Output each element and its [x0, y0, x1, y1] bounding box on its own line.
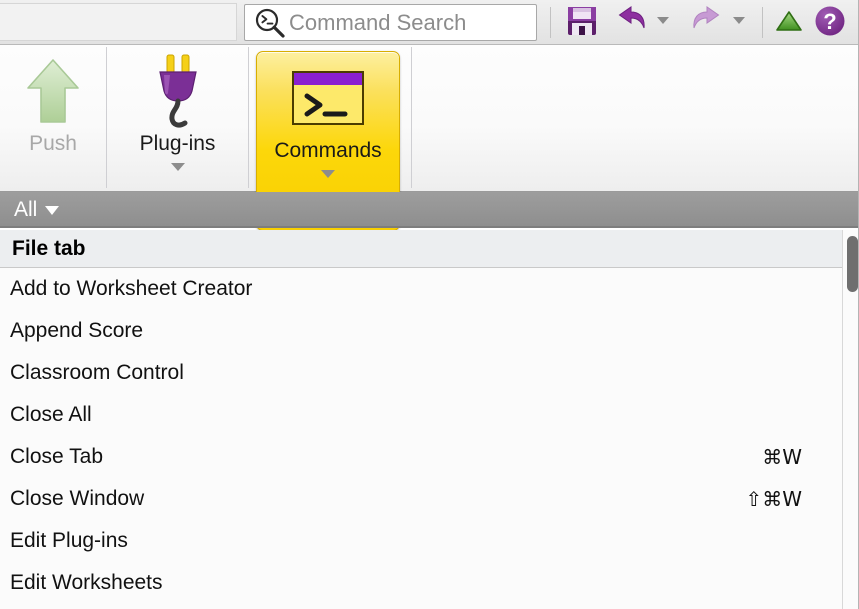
upload-button[interactable]	[772, 4, 806, 42]
floppy-disk-save-icon	[566, 5, 598, 42]
redo-menu-chevron-down-icon[interactable]	[733, 17, 745, 24]
command-label: Close Tab	[10, 445, 104, 468]
undo-menu-chevron-down-icon[interactable]	[657, 17, 669, 24]
ribbon-item-push-label: Push	[29, 132, 77, 155]
command-row-append-score[interactable]: Append Score	[0, 310, 859, 352]
command-search-field[interactable]	[244, 4, 537, 41]
up-arrow-push-icon	[20, 49, 86, 133]
ribbon-separator-2	[248, 47, 249, 188]
question-mark-help-icon: ?	[814, 5, 846, 42]
command-row-add-to-worksheet-creator[interactable]: Add to Worksheet Creator	[0, 268, 859, 310]
redo-button[interactable]	[688, 4, 726, 42]
command-label: Close Window	[10, 487, 145, 510]
command-row-classroom-control[interactable]: Classroom Control	[0, 352, 859, 394]
undo-arrow-icon	[614, 5, 648, 41]
ribbon-item-plug-ins[interactable]: Plug-ins	[107, 45, 248, 191]
green-triangle-icon	[774, 8, 804, 39]
command-row-close-all[interactable]: Close All	[0, 394, 859, 436]
command-row-close-window[interactable]: Close Window ⇧⌘W	[0, 478, 859, 520]
redo-arrow-icon	[690, 5, 724, 41]
toolbar-divider-2	[762, 7, 763, 38]
toolbar-left-blank-panel	[0, 3, 237, 41]
undo-button[interactable]	[612, 4, 650, 42]
ribbon-toolbar: Push Plug-ins Commands	[0, 45, 859, 231]
command-label: Edit Worksheets	[10, 571, 163, 594]
category-filter-label: All	[14, 197, 38, 221]
toolbar-divider-1	[550, 7, 551, 38]
command-list-scrollbar[interactable]	[842, 230, 859, 609]
category-filter-chevron-down-icon[interactable]	[45, 206, 60, 215]
command-group-header-label: File tab	[12, 236, 86, 260]
command-label: Add to Worksheet Creator	[10, 277, 253, 300]
command-label: Edit Plug-ins	[10, 529, 128, 552]
ribbon-item-plug-ins-label: Plug-ins	[139, 132, 216, 155]
command-row-close-tab[interactable]: Close Tab ⌘W	[0, 436, 859, 478]
command-row-edit-plug-ins[interactable]: Edit Plug-ins	[0, 520, 859, 562]
command-list: File tab Add to Worksheet Creator Append…	[0, 230, 859, 609]
svg-text:?: ?	[823, 9, 836, 34]
command-label: Append Score	[10, 319, 144, 342]
command-list-scrollbar-thumb[interactable]	[847, 236, 858, 292]
electric-plug-icon	[143, 49, 213, 133]
category-filter-bar[interactable]: All	[0, 192, 859, 228]
ribbon-separator-3	[411, 47, 412, 188]
command-search-magnifier-icon	[253, 7, 287, 39]
command-shortcut: ⇧⌘W	[745, 487, 802, 511]
ribbon-item-commands-label: Commands	[274, 139, 382, 162]
command-label: Close All	[10, 403, 92, 426]
save-button[interactable]	[562, 4, 602, 42]
command-group-header: File tab	[0, 230, 859, 268]
ribbon-item-plug-ins-chevron-down-icon[interactable]	[170, 163, 185, 171]
terminal-window-icon	[287, 56, 369, 140]
search-input[interactable]	[289, 9, 524, 36]
command-label: Classroom Control	[10, 361, 184, 384]
ribbon-item-commands-chevron-down-icon[interactable]	[321, 170, 335, 178]
top-toolbar: ?	[0, 0, 859, 45]
help-button[interactable]: ?	[812, 4, 848, 42]
ribbon-item-push[interactable]: Push	[0, 45, 106, 191]
command-shortcut: ⌘W	[762, 445, 802, 469]
command-row-edit-worksheets[interactable]: Edit Worksheets	[0, 562, 859, 604]
